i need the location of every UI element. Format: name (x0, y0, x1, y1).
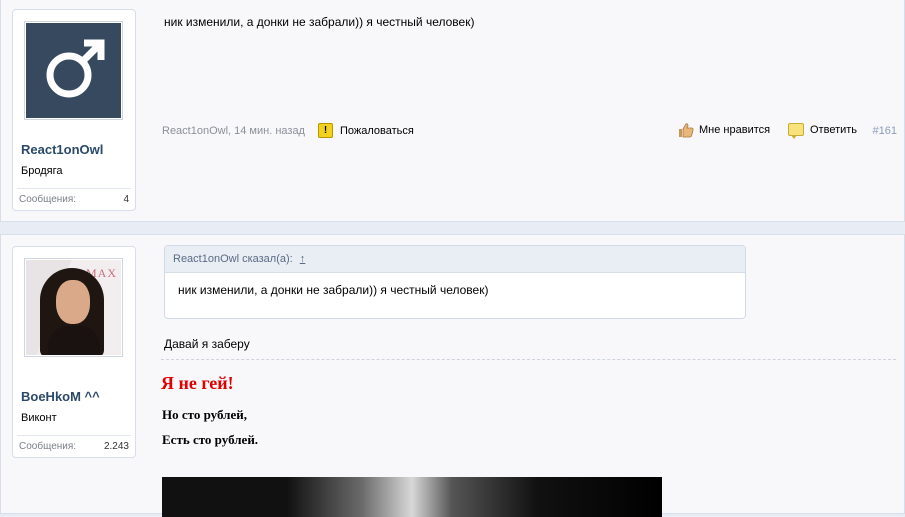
male-symbol-icon (46, 39, 105, 98)
quote-block: React1onOwl сказал(а): ↑ ник изменили, а… (164, 245, 746, 319)
post-permalink[interactable]: #161 (873, 125, 897, 137)
avatar[interactable] (24, 21, 123, 120)
user-photo: MAX (26, 260, 121, 355)
post-162: MAX BoeHkoM ^^ Виконт Сообщения: 2.243 R… (0, 234, 905, 517)
message-text: Давай я заберу (164, 337, 250, 351)
thumbs-up-icon (678, 122, 694, 138)
reply-button[interactable]: Ответить (788, 123, 858, 139)
post-161: React1onOwl Бродяга Сообщения: 4 ник изм… (0, 0, 905, 222)
signature-divider (161, 359, 896, 360)
report-button[interactable]: ! Пожаловаться (318, 123, 414, 138)
warning-icon: ! (318, 123, 333, 138)
signature-line-2: Есть сто рублей. (162, 432, 259, 447)
message-meta: React1onOwl, 14 мин. назад ! Пожаловатьс… (162, 122, 902, 143)
signature-line-1: Но сто рублей, (162, 407, 247, 422)
messages-label: Сообщения: (19, 194, 77, 205)
like-button[interactable]: Мне нравится (678, 122, 770, 138)
user-stats: Сообщения: 4 (17, 188, 131, 209)
user-stats: Сообщения: 2.243 (17, 435, 131, 456)
quote-jump-link[interactable]: ↑ (300, 253, 306, 265)
signature-image (162, 477, 662, 517)
author-date[interactable]: React1onOwl, 14 мин. назад (162, 125, 305, 137)
messages-count[interactable]: 4 (123, 194, 129, 205)
username[interactable]: React1onOwl (21, 142, 103, 157)
avatar[interactable]: MAX (24, 258, 123, 357)
like-label: Мне нравится (699, 124, 771, 136)
user-info-panel: React1onOwl Бродяга Сообщения: 4 (12, 9, 136, 211)
reply-bubble-icon (788, 123, 804, 139)
message-text: ник изменили, а донки не забрали)) я чес… (164, 15, 475, 29)
username[interactable]: BoeHkoM ^^ (21, 389, 100, 404)
messages-count[interactable]: 2.243 (104, 441, 129, 452)
quote-text: ник изменили, а донки не забрали)) я чес… (178, 283, 489, 297)
quote-author: React1onOwl сказал(а): (173, 253, 293, 265)
messages-label: Сообщения: (19, 441, 77, 452)
quote-header: React1onOwl сказал(а): ↑ (165, 246, 745, 273)
signature-title: Я не гей! (161, 373, 234, 393)
user-title: Виконт (21, 412, 57, 424)
user-title: Бродяга (21, 165, 63, 177)
user-info-panel: MAX BoeHkoM ^^ Виконт Сообщения: 2.243 (12, 246, 136, 458)
report-label: Пожаловаться (340, 124, 414, 137)
reply-label: Ответить (810, 123, 858, 136)
